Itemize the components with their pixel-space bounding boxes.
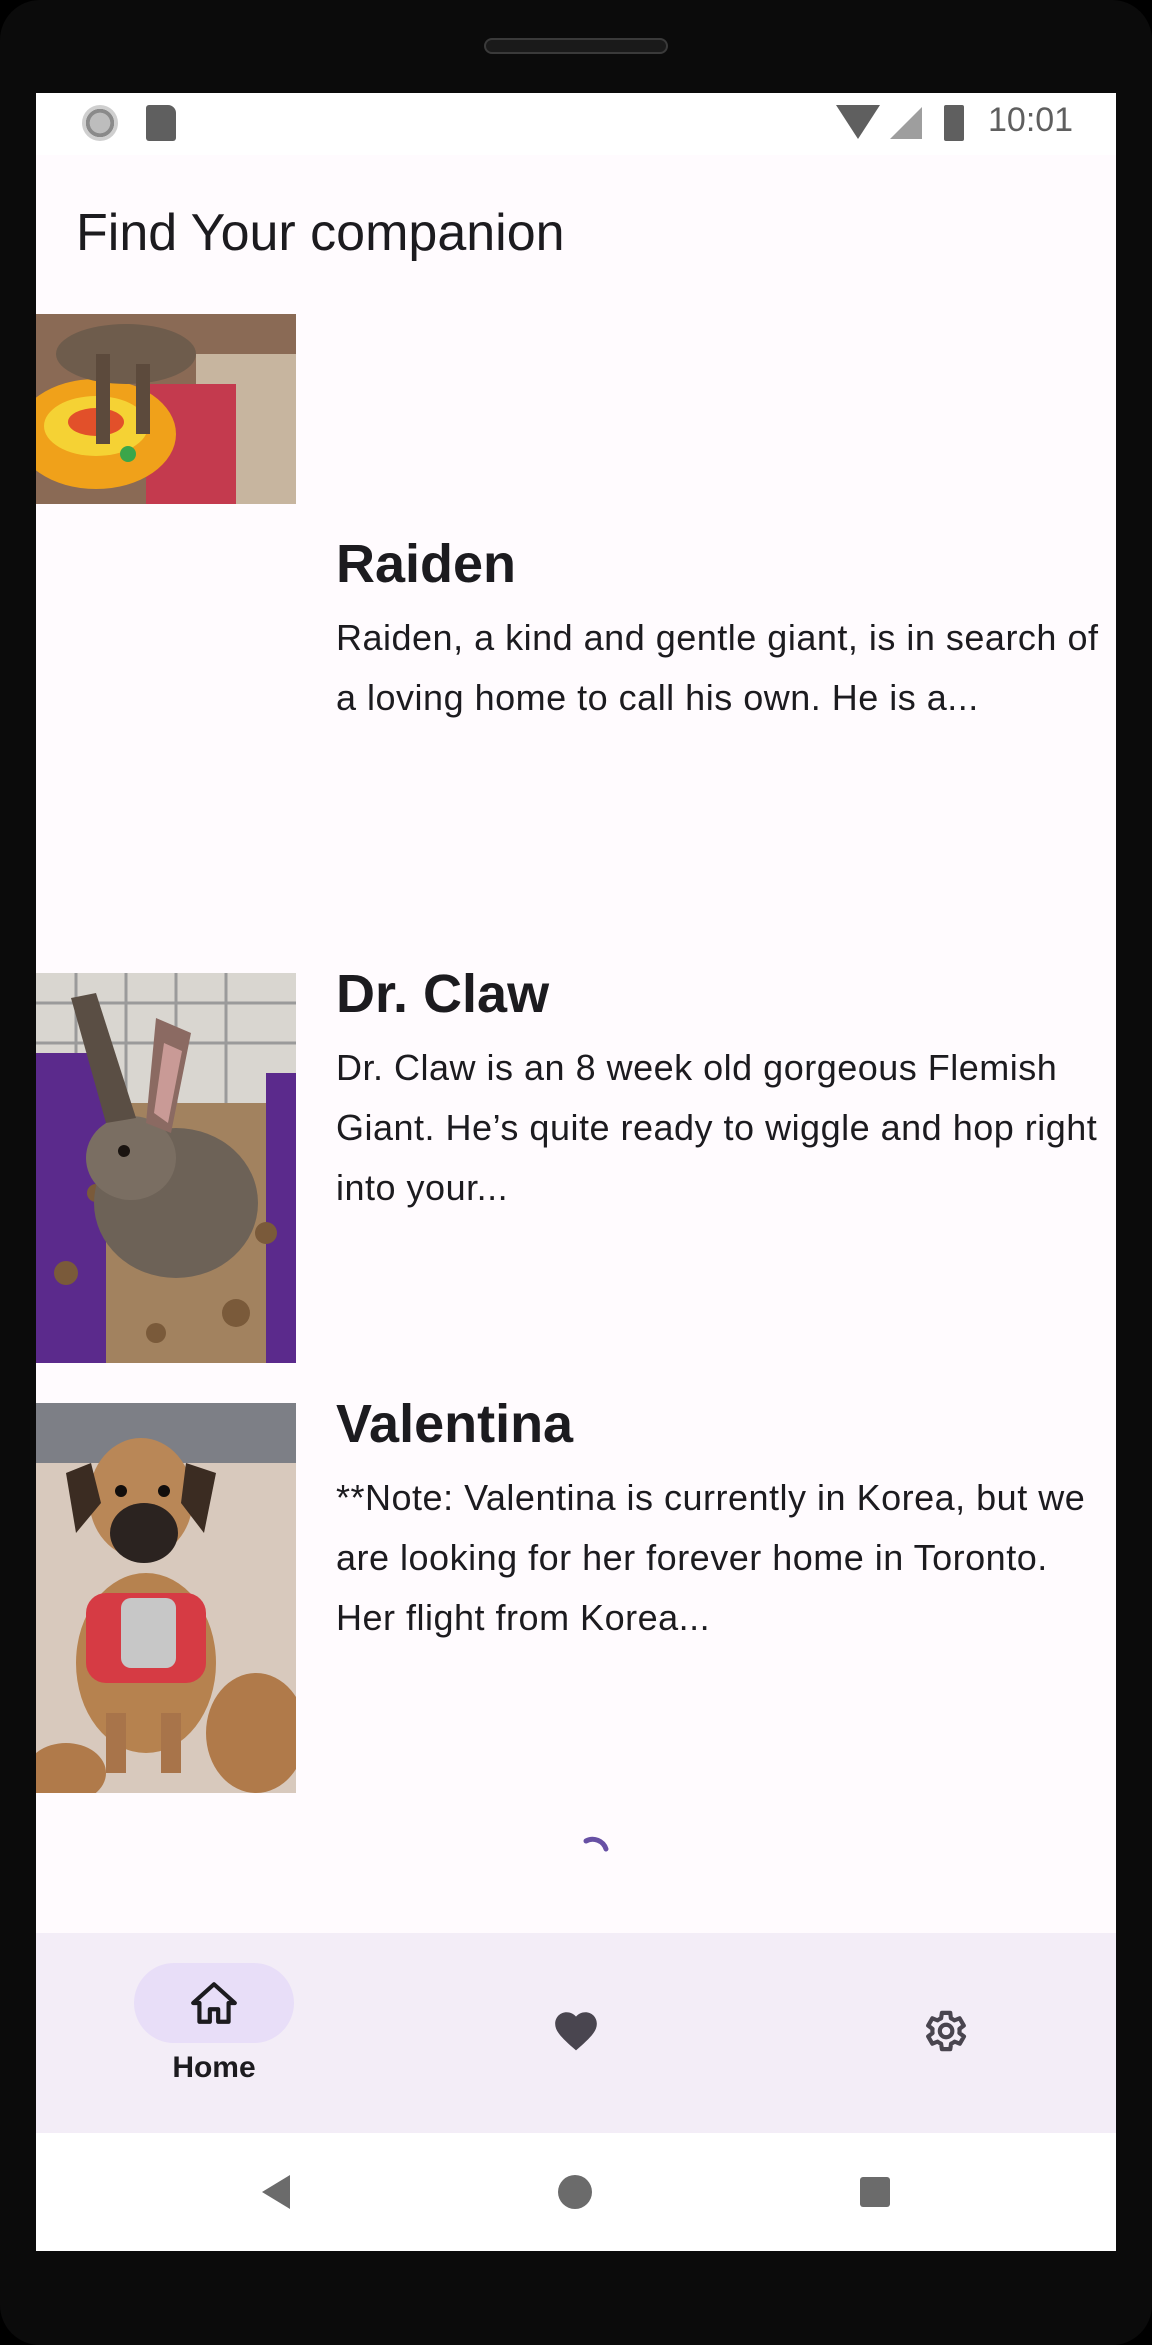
gear-icon — [926, 2010, 967, 2052]
pet-photo-rabbit[interactable] — [36, 973, 296, 1363]
heart-icon — [555, 2012, 597, 2051]
device-speaker — [484, 38, 668, 54]
nav-item-settings[interactable] — [794, 1933, 1094, 2133]
status-bar: 10:01 — [36, 93, 1116, 155]
device-frame: 10:01 Find Your companion Raiden Raiden,… — [0, 0, 1152, 2345]
pet-name[interactable]: Dr. Claw — [336, 963, 549, 1025]
cell-signal-icon — [890, 107, 922, 139]
status-time: 10:01 — [988, 101, 1074, 139]
nav-label-home: Home — [172, 2051, 256, 2084]
pet-name[interactable]: Raiden — [336, 533, 516, 595]
battery-icon — [944, 105, 964, 141]
pet-description: Dr. Claw is an 8 week old gorgeous Flemi… — [336, 1047, 1098, 1208]
app-screen: 10:01 Find Your companion Raiden Raiden,… — [36, 93, 1116, 2251]
recents-icon[interactable] — [860, 2177, 890, 2207]
bottom-navigation: Home — [36, 1933, 1116, 2133]
pet-photo-dog[interactable] — [36, 1403, 296, 1793]
home-circle-icon[interactable] — [558, 2175, 592, 2209]
loading-spinner — [583, 1836, 609, 1852]
pet-description: **Note: Valentina is currently in Korea,… — [336, 1477, 1086, 1638]
nav-item-favorites[interactable] — [426, 1933, 726, 2133]
back-icon[interactable] — [262, 2175, 290, 2209]
sync-icon — [82, 105, 118, 141]
pet-name[interactable]: Valentina — [336, 1393, 573, 1455]
pet-photo-cat[interactable] — [36, 314, 296, 504]
system-navigation-bar — [36, 2133, 1116, 2251]
sd-card-icon — [146, 105, 176, 141]
page-title: Find Your companion — [76, 204, 565, 262]
wifi-icon — [836, 105, 880, 139]
nav-item-home[interactable]: Home — [94, 1933, 394, 2133]
home-icon — [191, 1982, 237, 2024]
pet-description: Raiden, a kind and gentle giant, is in s… — [336, 617, 1099, 718]
